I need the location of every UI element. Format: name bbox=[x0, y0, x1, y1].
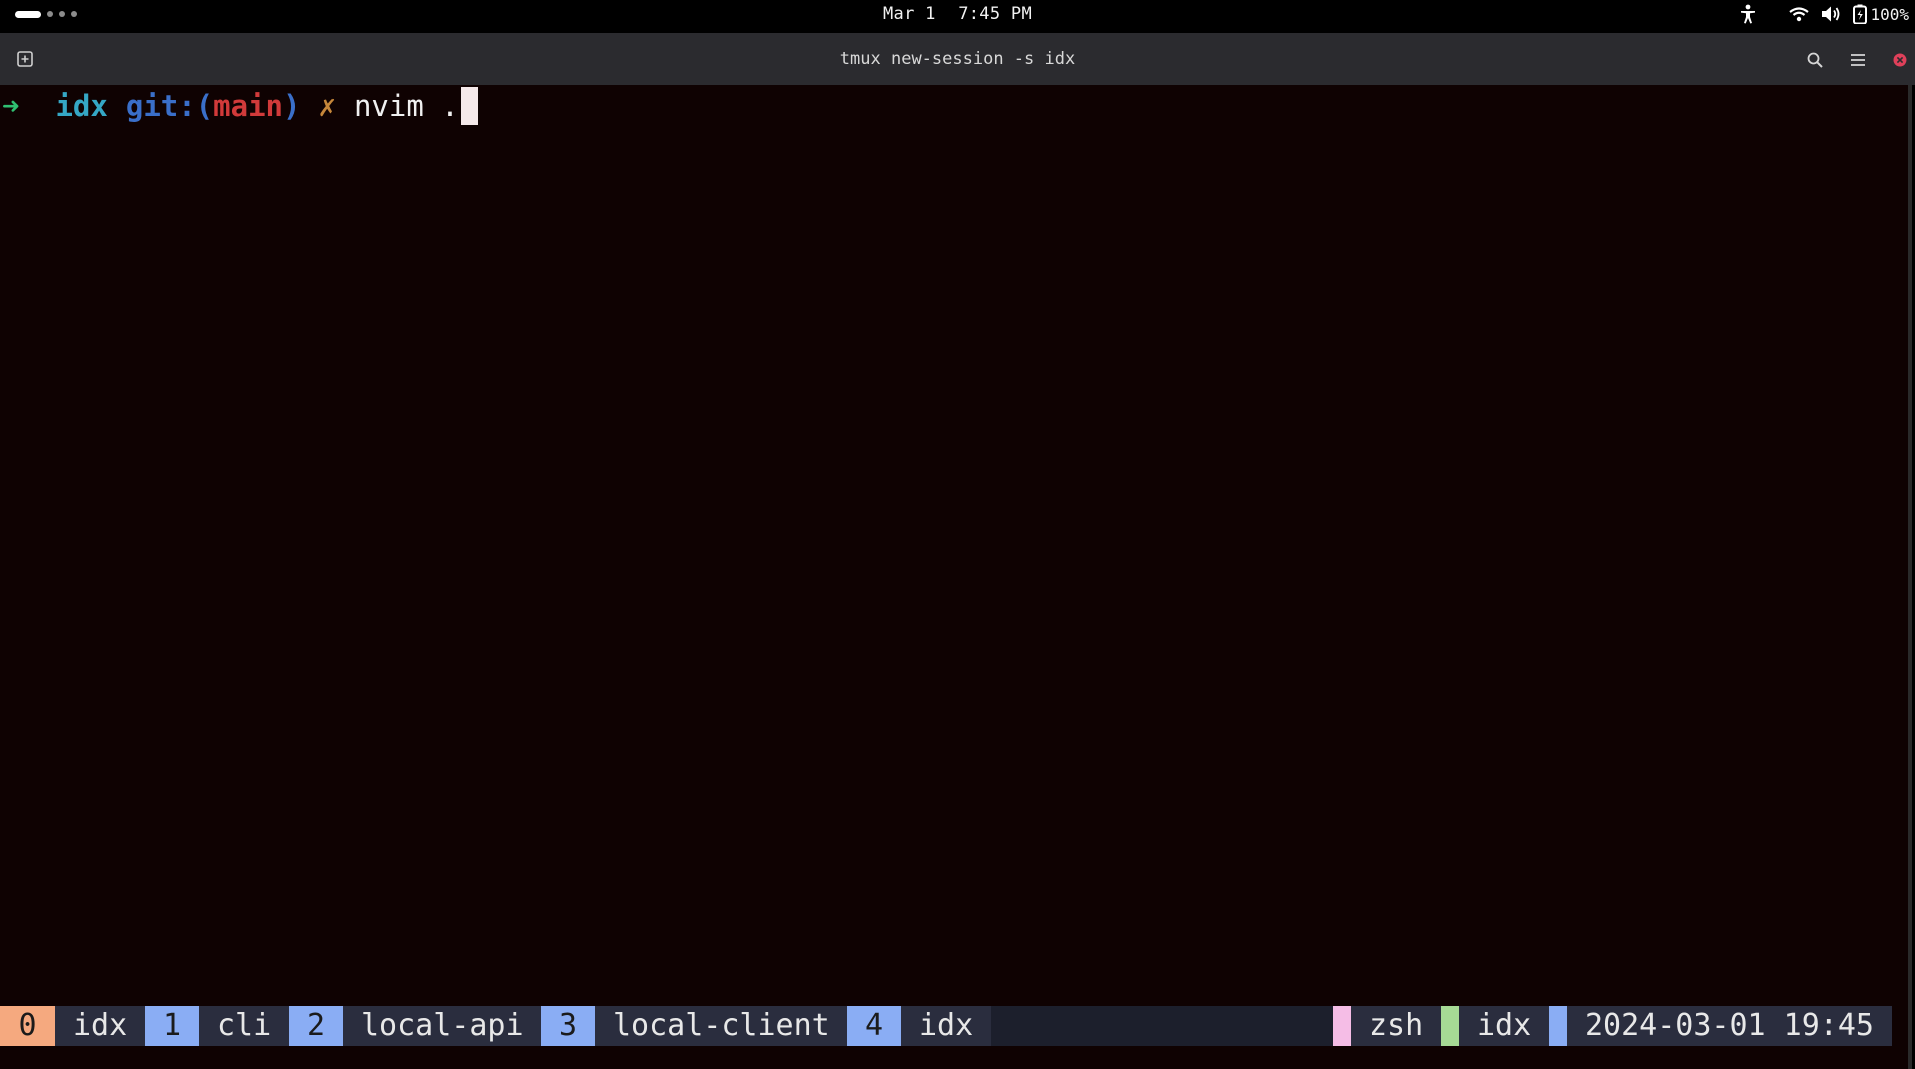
wifi-icon[interactable] bbox=[1789, 6, 1810, 22]
system-tray[interactable]: 100% bbox=[1739, 3, 1909, 25]
tmux-window-1[interactable]: 1 cli bbox=[145, 1006, 290, 1046]
prompt-paren-close: ) bbox=[283, 89, 301, 123]
prompt-git-label: git: bbox=[125, 89, 196, 123]
status-program-segment: zsh bbox=[1333, 1006, 1442, 1046]
prompt-git-branch: main bbox=[213, 89, 284, 123]
status-datetime: 2024-03-01 19:45 bbox=[1567, 1006, 1892, 1046]
close-icon bbox=[1893, 53, 1907, 67]
volume-icon[interactable] bbox=[1821, 5, 1841, 23]
status-datetime-segment: 2024-03-01 19:45 bbox=[1549, 1006, 1892, 1046]
tmux-window-name: cli bbox=[199, 1006, 290, 1046]
terminal-scrollbar[interactable] bbox=[1908, 85, 1912, 1069]
tmux-window-name: idx bbox=[55, 1006, 146, 1046]
tmux-window-name: local-client bbox=[595, 1006, 848, 1046]
battery-indicator[interactable]: 100% bbox=[1853, 4, 1909, 24]
accessibility-icon[interactable] bbox=[1739, 4, 1757, 24]
program-accent bbox=[1333, 1006, 1351, 1046]
prompt-directory: idx bbox=[55, 89, 108, 123]
tmux-window-name: idx bbox=[901, 1006, 992, 1046]
tmux-status-bar: 0 idx 1 cli 2 local-api 3 local-client 4… bbox=[0, 1006, 1892, 1046]
desktop-screen: Mar 1 7:45 PM 100% tmux new-session -s i… bbox=[0, 0, 1915, 1069]
close-window-button[interactable] bbox=[1889, 49, 1911, 71]
tmux-window-index: 1 bbox=[145, 1006, 199, 1046]
search-icon bbox=[1807, 52, 1823, 68]
session-accent bbox=[1441, 1006, 1459, 1046]
tmux-window-name: local-api bbox=[343, 1006, 542, 1046]
tmux-window-index: 0 bbox=[0, 1006, 55, 1046]
hamburger-menu-icon bbox=[1851, 54, 1865, 66]
window-title: tmux new-session -s idx bbox=[839, 49, 1076, 69]
command-input[interactable]: nvim . bbox=[354, 88, 459, 124]
tmux-window-index: 4 bbox=[847, 1006, 901, 1046]
prompt-dirty-marker: ✗ bbox=[318, 89, 336, 123]
datetime-accent bbox=[1549, 1006, 1567, 1046]
tmux-window-index: 3 bbox=[541, 1006, 595, 1046]
prompt-paren-open: ( bbox=[195, 89, 214, 123]
terminal-title-bar[interactable]: tmux new-session -s idx bbox=[0, 33, 1915, 85]
system-top-bar: Mar 1 7:45 PM 100% bbox=[0, 0, 1915, 28]
shell-prompt-line[interactable]: ➜ idx git: ( main ) ✗ nvim . bbox=[0, 87, 478, 125]
prompt-arrow: ➜ bbox=[2, 89, 20, 123]
battery-icon bbox=[1853, 4, 1868, 24]
menu-button[interactable] bbox=[1847, 49, 1869, 71]
tmux-window-3[interactable]: 3 local-client bbox=[541, 1006, 848, 1046]
search-button[interactable] bbox=[1804, 49, 1826, 71]
system-clock[interactable]: Mar 1 7:45 PM bbox=[0, 4, 1915, 24]
clock-time: 7:45 PM bbox=[958, 4, 1032, 24]
tmux-window-4[interactable]: 4 idx bbox=[847, 1006, 992, 1046]
status-session: idx bbox=[1459, 1006, 1550, 1046]
status-program: zsh bbox=[1351, 1006, 1442, 1046]
terminal-cursor bbox=[460, 87, 478, 125]
battery-percentage: 100% bbox=[1870, 4, 1909, 24]
clock-date: Mar 1 bbox=[883, 4, 936, 24]
tmux-window-0[interactable]: 0 idx bbox=[0, 1006, 146, 1046]
terminal-body[interactable] bbox=[0, 85, 1910, 1069]
status-session-segment: idx bbox=[1441, 1006, 1550, 1046]
tmux-window-2[interactable]: 2 local-api bbox=[289, 1006, 542, 1046]
tmux-window-index: 2 bbox=[289, 1006, 343, 1046]
